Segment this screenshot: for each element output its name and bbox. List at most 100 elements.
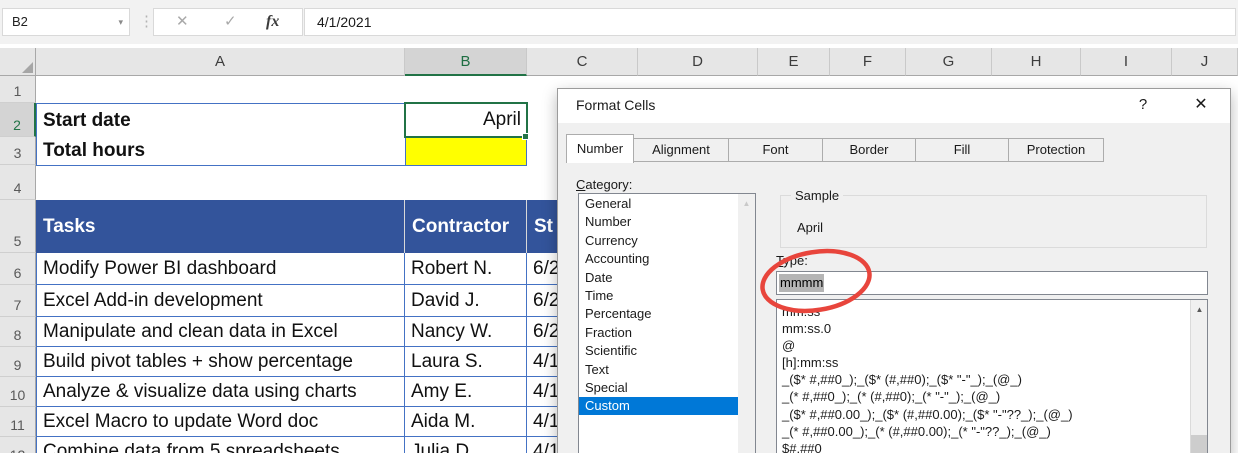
format-code-item-3[interactable]: [h]:mm:ss: [777, 354, 1207, 371]
category-item-accounting[interactable]: Accounting: [579, 250, 755, 267]
table-row-10-cell[interactable]: Analyze & visualize data using charts: [36, 377, 405, 407]
scroll-up-icon[interactable]: ▲: [738, 196, 755, 211]
column-header-c[interactable]: C: [527, 48, 638, 76]
tab-number[interactable]: Number: [566, 134, 634, 163]
table-row-11-cell[interactable]: Excel Macro to update Word doc: [36, 407, 405, 437]
cell-a3[interactable]: Total hours: [36, 137, 406, 166]
table-row-12-cell[interactable]: Julia D.: [405, 437, 527, 453]
row-header-5[interactable]: 5: [0, 200, 36, 253]
name-box-value: B2: [12, 14, 28, 29]
table-row-12-cell[interactable]: Combine data from 5 spreadsheets: [36, 437, 405, 453]
table-row-7-cell[interactable]: Excel Add-in development: [36, 285, 405, 317]
category-item-text[interactable]: Text: [579, 361, 755, 378]
insert-function-icon[interactable]: fx: [266, 9, 279, 35]
formula-bar-strip: B2 ▾ ⋮ ✕ ✓ fx 4/1/2021: [0, 0, 1238, 48]
category-item-special[interactable]: Special: [579, 379, 755, 396]
dialog-title: Format Cells: [576, 97, 656, 113]
column-header-d[interactable]: D: [638, 48, 758, 76]
sample-value: April: [797, 220, 824, 235]
help-button[interactable]: ?: [1130, 89, 1156, 121]
table-row-7-cell[interactable]: David J.: [405, 285, 527, 317]
format-code-listbox[interactable]: mm:ss mm:ss.0 @ [h]:mm:ss _($* #,##0_);_($* …: [776, 299, 1208, 453]
table-row-9-cell[interactable]: Build pivot tables + show percentage: [36, 347, 405, 377]
category-listbox[interactable]: General Number Currency Accounting Date Time P…: [578, 193, 756, 453]
row-header-11[interactable]: 11: [0, 407, 36, 437]
row-header-3[interactable]: 3: [0, 137, 36, 165]
cancel-icon[interactable]: ✕: [176, 9, 189, 35]
close-button[interactable]: ✕: [1188, 89, 1214, 121]
column-header-f[interactable]: F: [830, 48, 906, 76]
format-code-item-2[interactable]: @: [777, 337, 1207, 354]
excel-window: B2 ▾ ⋮ ✕ ✓ fx 4/1/2021 ABCDEFGHIJ1234567…: [0, 0, 1238, 453]
column-header-i[interactable]: I: [1081, 48, 1172, 76]
table-row-8-cell[interactable]: Manipulate and clean data in Excel: [36, 317, 405, 347]
format-code-item-8[interactable]: $#,##0: [777, 440, 1207, 453]
column-header-g[interactable]: G: [906, 48, 992, 76]
cell-b3-highlighted[interactable]: [405, 137, 527, 166]
formula-input[interactable]: 4/1/2021: [304, 8, 1236, 36]
tab-font[interactable]: Font: [728, 138, 823, 162]
dialog-titlebar: Format Cells ? ✕: [558, 89, 1230, 123]
table-row-6-cell[interactable]: Robert N.: [405, 253, 527, 285]
scrollbar-thumb[interactable]: [1191, 435, 1207, 453]
row-header-12[interactable]: 12: [0, 437, 36, 453]
name-box-dropdown-icon[interactable]: ▾: [118, 9, 123, 35]
column-header-a[interactable]: A: [36, 48, 405, 76]
table-row-9-cell[interactable]: Laura S.: [405, 347, 527, 377]
category-item-date[interactable]: Date: [579, 269, 755, 286]
type-input[interactable]: mmmm: [776, 271, 1208, 295]
table-row-11-cell[interactable]: Aida M.: [405, 407, 527, 437]
row-header-10[interactable]: 10: [0, 377, 36, 407]
tab-alignment[interactable]: Alignment: [633, 138, 729, 162]
category-item-scientific[interactable]: Scientific: [579, 342, 755, 359]
category-scrollbar[interactable]: ▲: [738, 194, 755, 453]
sample-groupbox: Sample April: [780, 188, 1207, 248]
sample-label: Sample: [791, 188, 844, 203]
tab-border[interactable]: Border: [822, 138, 916, 162]
category-item-custom[interactable]: Custom: [579, 397, 755, 415]
format-code-item-1[interactable]: mm:ss.0: [777, 320, 1207, 337]
table-row-6-cell[interactable]: Modify Power BI dashboard: [36, 253, 405, 285]
category-item-number[interactable]: Number: [579, 213, 755, 230]
format-code-item-6[interactable]: _($* #,##0.00_);_($* (#,##0.00);_($* "-"…: [777, 406, 1207, 423]
category-item-general[interactable]: General: [579, 195, 755, 212]
category-item-fraction[interactable]: Fraction: [579, 324, 755, 341]
tab-fill[interactable]: Fill: [915, 138, 1009, 162]
category-item-currency[interactable]: Currency: [579, 232, 755, 249]
scroll-up-icon[interactable]: ▲: [1191, 302, 1207, 317]
select-all-triangle-icon: [22, 62, 33, 73]
cell-b2-selected[interactable]: April: [404, 102, 528, 138]
name-box[interactable]: B2 ▾: [2, 8, 130, 36]
row-header-1[interactable]: 1: [0, 76, 36, 103]
table-header-tasks[interactable]: Tasks: [36, 200, 405, 253]
row-header-7[interactable]: 7: [0, 285, 36, 317]
format-code-item-4[interactable]: _($* #,##0_);_($* (#,##0);_($* "-"_);_(@…: [777, 371, 1207, 388]
format-code-scrollbar[interactable]: ▲: [1190, 300, 1207, 453]
column-header-b[interactable]: B: [405, 48, 527, 76]
row-header-4[interactable]: 4: [0, 165, 36, 200]
category-item-time[interactable]: Time: [579, 287, 755, 304]
enter-icon[interactable]: ✓: [224, 9, 237, 35]
column-header-h[interactable]: H: [992, 48, 1081, 76]
fill-handle[interactable]: [522, 133, 529, 140]
row-header-6[interactable]: 6: [0, 253, 36, 285]
row-header-8[interactable]: 8: [0, 317, 36, 347]
table-row-10-cell[interactable]: Amy E.: [405, 377, 527, 407]
column-header-e[interactable]: E: [758, 48, 830, 76]
category-item-percentage[interactable]: Percentage: [579, 305, 755, 322]
row-header-2[interactable]: 2: [0, 103, 36, 137]
tab-protection[interactable]: Protection: [1008, 138, 1104, 162]
column-header-j[interactable]: J: [1172, 48, 1238, 76]
select-all-corner[interactable]: [0, 48, 36, 76]
format-code-item-7[interactable]: _(* #,##0.00_);_(* (#,##0.00);_(* "-"??_…: [777, 423, 1207, 440]
row-header-9[interactable]: 9: [0, 347, 36, 377]
category-label: Category:: [576, 177, 633, 192]
cell-a2[interactable]: Start date: [36, 103, 406, 138]
table-header-contractor[interactable]: Contractor: [405, 200, 527, 253]
table-row-8-cell[interactable]: Nancy W.: [405, 317, 527, 347]
type-label: Type:: [776, 253, 808, 268]
format-code-item-0[interactable]: mm:ss: [777, 303, 1207, 320]
drag-handle-icon: ⋮: [139, 13, 154, 30]
format-code-item-5[interactable]: _(* #,##0_);_(* (#,##0);_(* "-"_);_(@_): [777, 388, 1207, 405]
category-items: General Number Currency Accounting Date Time P…: [579, 195, 755, 415]
